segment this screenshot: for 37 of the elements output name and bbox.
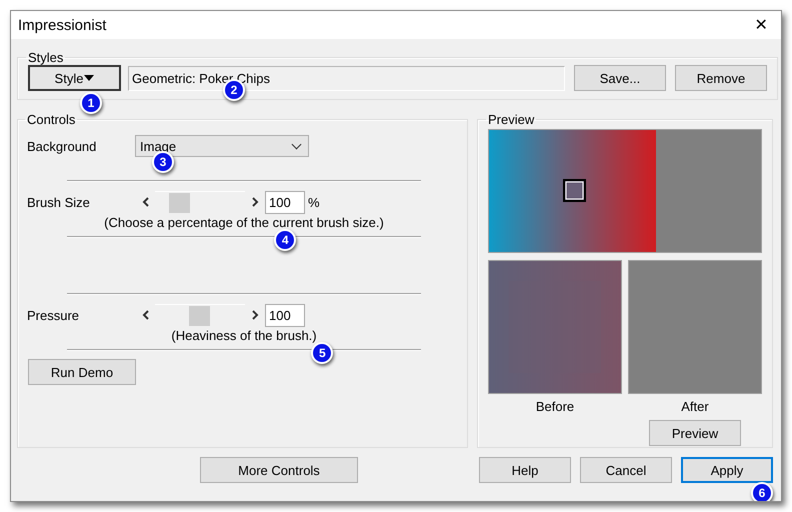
field-label: Background	[27, 138, 98, 154]
group-label: Styles	[27, 50, 64, 65]
slider-thumb[interactable]	[168, 193, 190, 213]
preview-caption: After	[681, 399, 709, 414]
field-label: Brush Size	[27, 194, 91, 210]
group-label: Controls	[26, 112, 76, 127]
field-label: Pressure	[27, 308, 80, 322]
group-label: Preview	[487, 112, 536, 127]
window-title: Impressionist	[18, 16, 106, 34]
style-action-button[interactable]: Remove	[675, 65, 767, 91]
chevron-right-icon[interactable]	[252, 197, 258, 207]
dialog-button[interactable]: Cancel	[580, 457, 672, 483]
close-button[interactable]: ✕	[749, 15, 773, 35]
preview-button[interactable]: Preview	[649, 420, 741, 446]
dialog-button[interactable]: Apply	[681, 457, 773, 483]
callout-badge: 5	[311, 342, 334, 364]
unit-label: %	[308, 194, 320, 210]
preview-caption: Before	[536, 399, 574, 414]
hint-text: (Choose a percentage of the current brush size.)	[104, 215, 384, 230]
chevron-right-icon[interactable]	[252, 310, 258, 320]
more-controls-button[interactable]: More Controls	[200, 457, 358, 483]
dialog-button[interactable]: Help	[479, 457, 571, 483]
value-field[interactable]: 100	[265, 190, 305, 214]
slider-thumb[interactable]	[188, 306, 210, 326]
callout-badge: 3	[152, 151, 174, 173]
run-demo-button[interactable]: Run Demo	[28, 359, 136, 385]
callout-badge: 4	[274, 229, 296, 251]
style-button[interactable]: Style	[28, 65, 121, 91]
value-field[interactable]: 100	[265, 304, 305, 326]
chevron-left-icon[interactable]	[142, 310, 148, 320]
chevron-left-icon[interactable]	[142, 197, 148, 207]
caret-icon	[84, 75, 94, 81]
callout-badge: 6	[751, 482, 773, 501]
callout-badge: 1	[80, 92, 102, 114]
background-dropdown[interactable]: Image	[135, 135, 309, 157]
hint-text: (Heaviness of the brush.)	[171, 328, 317, 343]
style-action-button[interactable]: Save...	[574, 65, 666, 91]
